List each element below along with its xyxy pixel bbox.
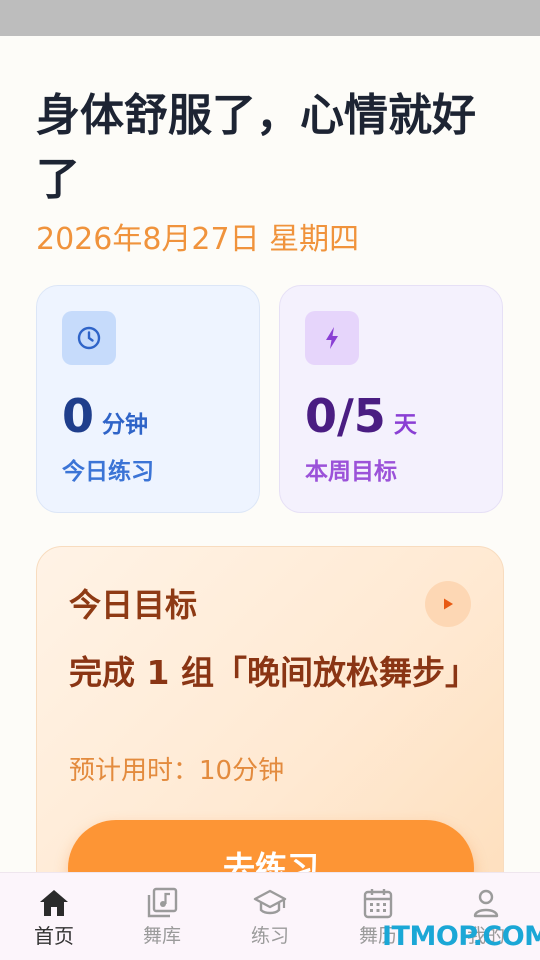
current-date: 2026年8月27日 星期四 bbox=[36, 222, 360, 257]
weekly-goal-value: 0/5 天 bbox=[305, 388, 417, 444]
goal-description: 完成 1 组「晚间放松舞步」 bbox=[69, 653, 478, 692]
nav-label-practice: 练习 bbox=[250, 925, 289, 947]
start-practice-button[interactable]: 去练习 bbox=[68, 820, 474, 872]
practice-minutes: 0 bbox=[62, 389, 95, 443]
goal-estimated-time: 预计用时：10分钟 bbox=[69, 756, 285, 786]
play-button[interactable] bbox=[425, 581, 471, 627]
page-headline: 身体舒服了，心情就好了 bbox=[36, 90, 476, 205]
nav-label-home: 首页 bbox=[34, 924, 74, 948]
clock-icon bbox=[62, 311, 116, 365]
today-practice-value: 0 分钟 bbox=[62, 388, 148, 444]
graduation-cap-icon bbox=[253, 886, 287, 920]
weekly-unit: 天 bbox=[393, 412, 417, 438]
home-content: 身体舒服了，心情就好了 2026年8月27日 星期四 0 分钟 今日练习 0/5 天… bbox=[0, 36, 540, 872]
person-icon bbox=[469, 886, 503, 920]
goal-title: 今日目标 bbox=[69, 586, 198, 624]
music-library-icon bbox=[145, 886, 179, 920]
home-icon bbox=[37, 886, 71, 920]
calendar-icon bbox=[361, 886, 395, 920]
nav-item-home[interactable]: 首页 bbox=[0, 873, 108, 960]
weekly-days: 0/5 bbox=[305, 389, 386, 443]
weekly-goal-card[interactable]: 0/5 天 本周目标 bbox=[279, 285, 503, 513]
nav-item-library[interactable]: 舞库 bbox=[108, 873, 216, 960]
today-practice-card[interactable]: 0 分钟 今日练习 bbox=[36, 285, 260, 513]
nav-label-library: 舞库 bbox=[142, 925, 181, 947]
practice-unit: 分钟 bbox=[102, 412, 149, 438]
weekly-goal-label: 本周目标 bbox=[305, 459, 397, 485]
today-goal-card: 今日目标 完成 1 组「晚间放松舞步」 预计用时：10分钟 去练习 bbox=[36, 546, 504, 872]
nav-item-practice[interactable]: 练习 bbox=[216, 873, 324, 960]
today-practice-label: 今日练习 bbox=[62, 459, 154, 485]
play-icon bbox=[444, 598, 453, 610]
lightning-icon bbox=[305, 311, 359, 365]
watermark: ITMOP.COM bbox=[382, 921, 540, 952]
status-bar bbox=[0, 0, 540, 36]
